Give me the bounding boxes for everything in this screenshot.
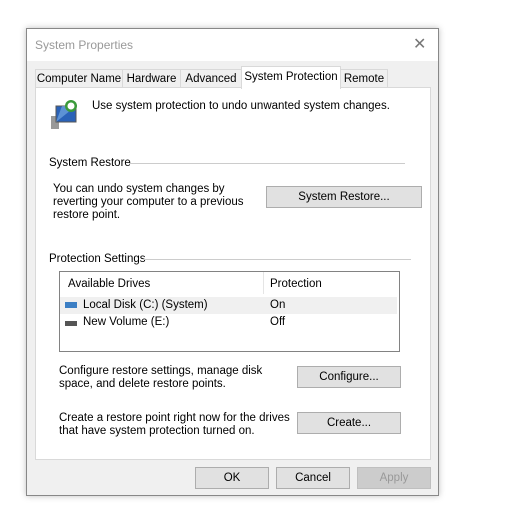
configure-button[interactable]: Configure...	[297, 366, 401, 388]
intro-text: Use system protection to undo unwanted s…	[92, 100, 390, 112]
tab-advanced[interactable]: Advanced	[180, 69, 242, 88]
column-header-protection[interactable]: Protection	[270, 278, 322, 290]
configure-description: Configure restore settings, manage disk …	[59, 365, 263, 390]
system-restore-heading: System Restore	[49, 157, 131, 169]
drive-name: Local Disk (C:) (System)	[83, 299, 208, 311]
system-properties-dialog: System Properties ✕ Computer Name Hardwa…	[26, 28, 439, 496]
tab-hardware[interactable]: Hardware	[122, 69, 181, 88]
create-description: Create a restore point right now for the…	[59, 412, 290, 437]
cancel-button[interactable]: Cancel	[276, 467, 350, 489]
drives-list[interactable]: Available Drives Protection Local Disk (…	[59, 271, 400, 352]
apply-button[interactable]: Apply	[357, 467, 431, 489]
drive-icon	[65, 321, 77, 326]
tab-remote[interactable]: Remote	[340, 69, 388, 88]
close-icon[interactable]: ✕	[413, 34, 426, 54]
divider	[129, 163, 405, 164]
drive-row[interactable]: Local Disk (C:) (System) On	[60, 297, 397, 314]
tab-panel: Use system protection to undo unwanted s…	[35, 87, 431, 460]
drive-row[interactable]: New Volume (E:) Off	[60, 314, 397, 331]
create-button[interactable]: Create...	[297, 412, 401, 434]
window-title: System Properties	[35, 38, 134, 52]
protection-settings-heading: Protection Settings	[49, 253, 146, 265]
title-bar: System Properties ✕	[27, 29, 438, 61]
system-protection-icon	[51, 100, 77, 129]
system-restore-button[interactable]: System Restore...	[266, 186, 422, 208]
column-divider	[263, 272, 264, 294]
column-header-drives[interactable]: Available Drives	[68, 278, 150, 290]
drive-status: Off	[270, 316, 286, 328]
system-drive-icon	[65, 302, 77, 308]
ok-button[interactable]: OK	[195, 467, 269, 489]
drive-name: New Volume (E:)	[83, 316, 170, 328]
restore-description: You can undo system changes by reverting…	[53, 183, 244, 221]
tab-system-protection[interactable]: System Protection	[241, 66, 341, 89]
drive-status: On	[270, 299, 286, 311]
divider	[143, 259, 411, 260]
tab-computer-name[interactable]: Computer Name	[35, 69, 123, 88]
